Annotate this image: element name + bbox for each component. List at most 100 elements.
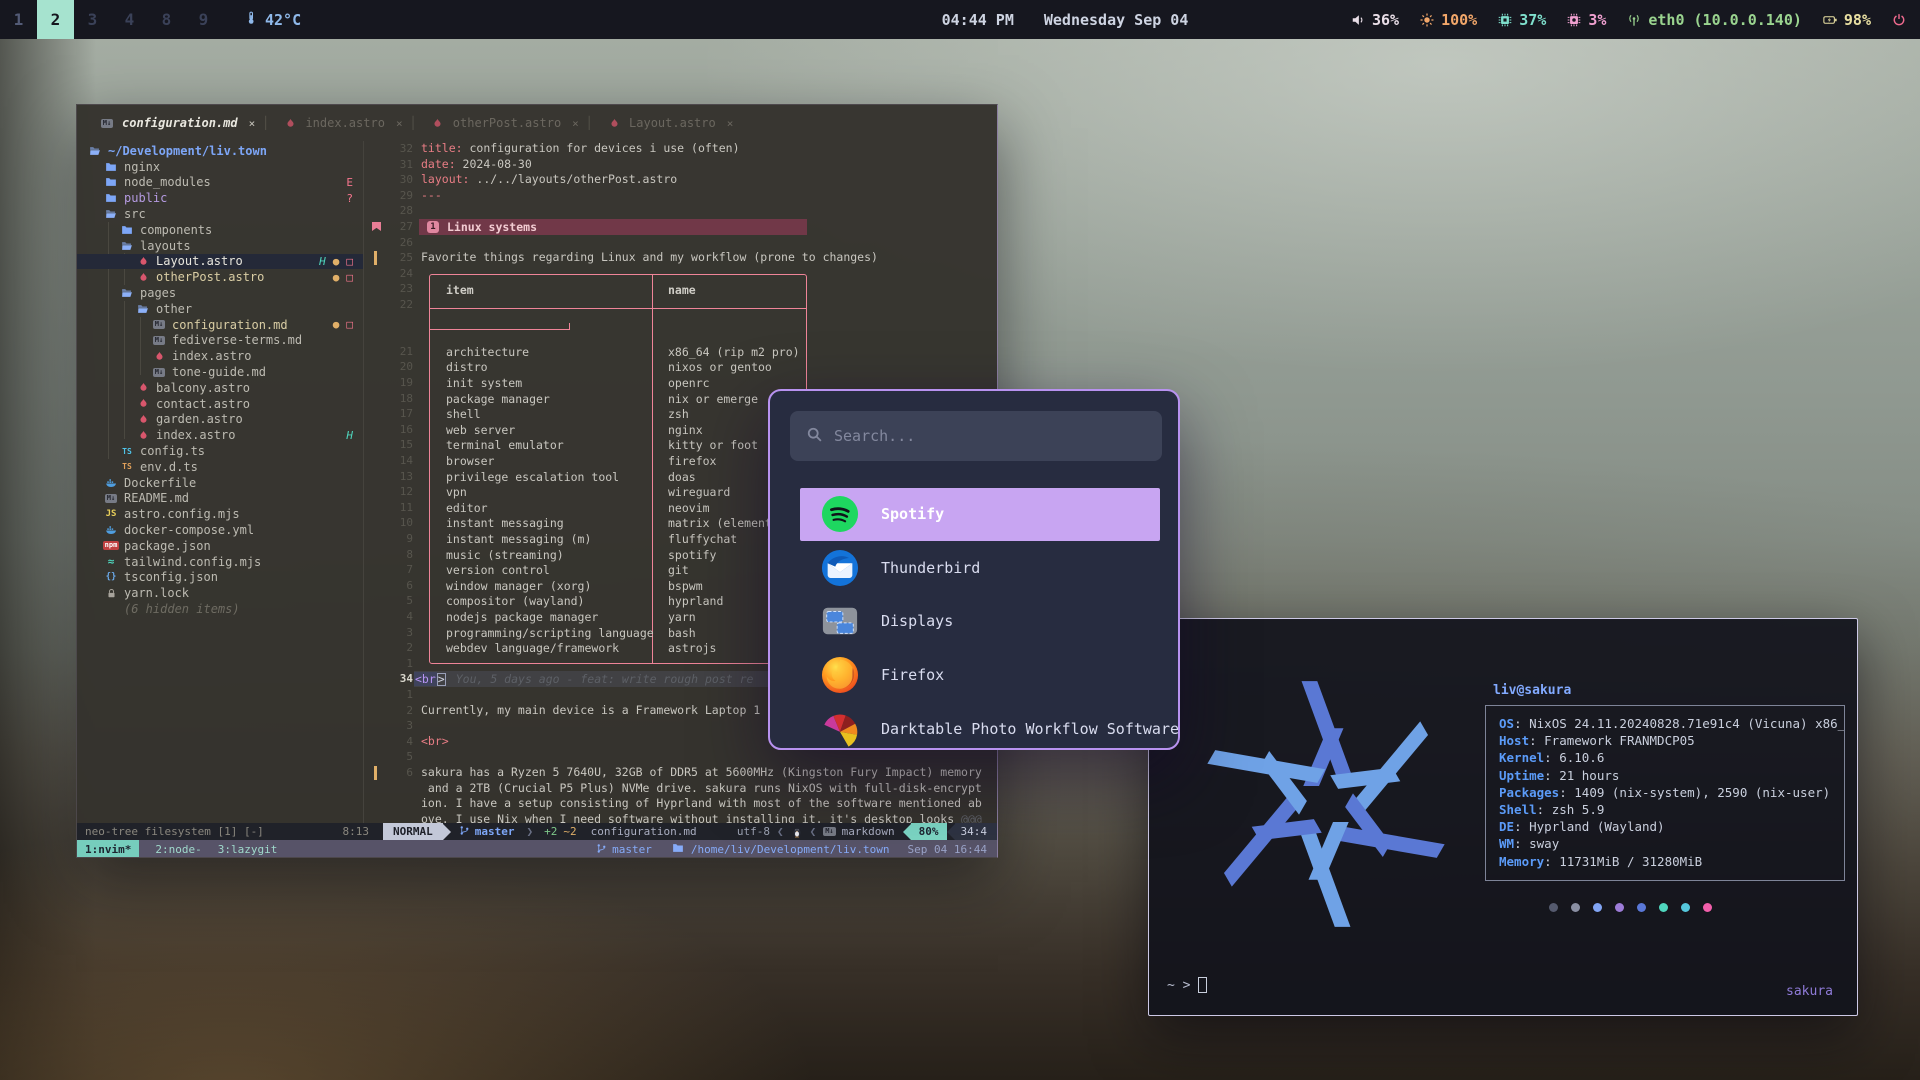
shell-prompt[interactable]: ~ > [1167, 977, 1207, 993]
launcher-item-spotify[interactable]: Spotify [800, 488, 1160, 541]
tree-item-components[interactable]: components [77, 222, 363, 238]
tree-item-fediverse-terms.md[interactable]: M↓fediverse-terms.md [77, 333, 363, 349]
workspace-button-3[interactable]: 3 [74, 0, 111, 39]
heading-level-icon: 1 [427, 221, 439, 233]
darktable-icon [821, 710, 859, 748]
tree-item-otherPost.astro[interactable]: otherPost.astro●□ [77, 269, 363, 285]
tab-separator: ▏ [265, 116, 272, 130]
tree-item-contact.astro[interactable]: contact.astro [77, 396, 363, 412]
nixos-logo [1171, 649, 1481, 963]
tmux-window-1[interactable]: 1:nvim* [77, 840, 139, 858]
module-power[interactable] [1892, 13, 1906, 27]
fetch-info-line-de: DE: Hyprland (Wayland) [1499, 818, 1831, 835]
clock-date: Wednesday Sep 04 [1044, 11, 1189, 29]
editor-tab-configuration.md[interactable]: M↓configuration.md× [89, 116, 265, 130]
temperature-value: 42°C [265, 11, 301, 29]
tab-close-icon[interactable]: × [396, 117, 403, 130]
tree-item-README.md[interactable]: M↓README.md [77, 491, 363, 507]
tree-item-astro.config.mjs[interactable]: JSastro.config.mjs [77, 506, 363, 522]
table-cell-name: bspwm [668, 579, 703, 595]
tree-item-nodemodules[interactable]: node_modulesE [77, 175, 363, 191]
spotify-icon [821, 495, 859, 533]
workspace-button-1[interactable]: 1 [0, 0, 37, 39]
table-cell-item: privilege escalation tool [446, 470, 619, 486]
tree-item-6hiddenitems[interactable]: (6 hidden items) [77, 601, 363, 617]
workspace-button-9[interactable]: 9 [185, 0, 222, 39]
editor-tab-Layout.astro[interactable]: Layout.astro× [596, 116, 743, 130]
tree-item-layouts[interactable]: layouts [77, 238, 363, 254]
table-cell-name: yarn [668, 610, 696, 626]
tree-item-tailwind.config.mjs[interactable]: ≈tailwind.config.mjs [77, 554, 363, 570]
table-cell-item: version control [446, 563, 550, 579]
editor-tab-index.astro[interactable]: index.astro× [272, 116, 412, 130]
line-number: 4 [367, 734, 413, 750]
fetch-info-line-os: OS: NixOS 24.11.20240828.71e91c4 (Vicuna… [1499, 715, 1831, 732]
tree-item-nginx[interactable]: nginx [77, 159, 363, 175]
terminal-color-dots [1549, 903, 1712, 912]
tree-item-config.ts[interactable]: TSconfig.ts [77, 443, 363, 459]
workspace-button-4[interactable]: 4 [111, 0, 148, 39]
launcher-item-displays[interactable]: Displays [800, 595, 1160, 648]
tree-item-~/Development/liv.town[interactable]: ~/Development/liv.town [77, 143, 363, 159]
line-number: 12 [367, 484, 413, 500]
color-dot [1549, 903, 1558, 912]
color-dot [1681, 903, 1690, 912]
table-cell-item: instant messaging (m) [446, 532, 591, 548]
line-number: 3 [367, 718, 413, 734]
tree-item-Dockerfile[interactable]: Dockerfile [77, 475, 363, 491]
color-dot [1593, 903, 1602, 912]
fetch-info-box: OS: NixOS 24.11.20240828.71e91c4 (Vicuna… [1485, 705, 1845, 881]
launcher-item-darktable[interactable]: Darktable Photo Workflow Software [800, 702, 1160, 750]
tab-close-icon[interactable]: × [249, 117, 256, 130]
markdown-table: item name architecturex86_64 (rip m2 pro… [429, 274, 807, 664]
editor-tab-otherPost.astro[interactable]: otherPost.astro× [420, 116, 589, 130]
status-modules: 36%100%37%3%eth0 (10.0.0.140)98% [1351, 0, 1906, 39]
tab-separator: ▏ [589, 116, 596, 130]
tab-close-icon[interactable]: × [572, 117, 579, 130]
table-cell-item: programming/scripting language [446, 626, 654, 642]
app-launcher-overlay: Search... SpotifyThunderbirdDisplaysFire… [768, 389, 1180, 750]
tree-item-tone-guide.md[interactable]: M↓tone-guide.md [77, 364, 363, 380]
table-cell-name: wireguard [668, 485, 730, 501]
tmux-window-3[interactable]: 3:lazygit [218, 843, 278, 856]
search-input[interactable]: Search... [790, 411, 1162, 461]
tree-item-package.json[interactable]: npmpackage.json [77, 538, 363, 554]
workspace-button-2[interactable]: 2 [37, 0, 74, 39]
line-number: 23 [367, 281, 413, 297]
bufferline-tabbar: M↓configuration.md×▏index.astro×▏otherPo… [77, 105, 997, 141]
launcher-item-firefox[interactable]: Firefox [800, 649, 1160, 702]
tree-item-yarn.lock[interactable]: yarn.lock [77, 585, 363, 601]
table-cell-item: terminal emulator [446, 438, 564, 454]
tab-close-icon[interactable]: × [727, 117, 734, 130]
fetch-info-line-packages: Packages: 1409 (nix-system), 2590 (nix-u… [1499, 784, 1831, 801]
tmux-window-2[interactable]: 2:node- [155, 843, 201, 856]
tree-item-public[interactable]: public? [77, 190, 363, 206]
tree-item-garden.astro[interactable]: garden.astro [77, 412, 363, 428]
tree-item-src[interactable]: src [77, 206, 363, 222]
tree-item-tsconfig.json[interactable]: {}tsconfig.json [77, 570, 363, 586]
tree-item-index.astro[interactable]: index.astro [77, 348, 363, 364]
cursor-line[interactable]: <br>You, 5 days ago - feat: write rough … [414, 671, 770, 687]
line-number: 7 [367, 562, 413, 578]
paragraph-line: ove. I use Nix when I need software with… [421, 812, 982, 823]
table-cell-name: nix or emerge [668, 392, 758, 408]
tmux-datetime: Sep 04 16:44 [908, 843, 987, 856]
line-number: 16 [367, 422, 413, 438]
tree-item-balcony.astro[interactable]: balcony.astro [77, 380, 363, 396]
color-dot [1659, 903, 1668, 912]
git-change-sign [374, 766, 377, 780]
tree-item-env.d.ts[interactable]: TSenv.d.ts [77, 459, 363, 475]
table-header-item: item [446, 283, 474, 299]
tree-item-other[interactable]: other [77, 301, 363, 317]
paragraph-line: ion. I have a setup consisting of Hyprla… [421, 796, 982, 812]
tree-item-pages[interactable]: pages [77, 285, 363, 301]
launcher-item-thunderbird[interactable]: Thunderbird [800, 541, 1160, 594]
fetch-user-host: liv@sakura [1493, 683, 1571, 698]
tree-item-Layout.astro[interactable]: Layout.astroH●□ [77, 254, 363, 270]
tree-item-docker-compose.yml[interactable]: docker-compose.yml [77, 522, 363, 538]
git-branch-icon [596, 843, 607, 857]
tree-item-index.astro[interactable]: index.astroH [77, 427, 363, 443]
workspace-button-8[interactable]: 8 [148, 0, 185, 39]
file-encoding: utf-8 [737, 825, 770, 838]
tree-item-configuration.md[interactable]: M↓configuration.md●□ [77, 317, 363, 333]
